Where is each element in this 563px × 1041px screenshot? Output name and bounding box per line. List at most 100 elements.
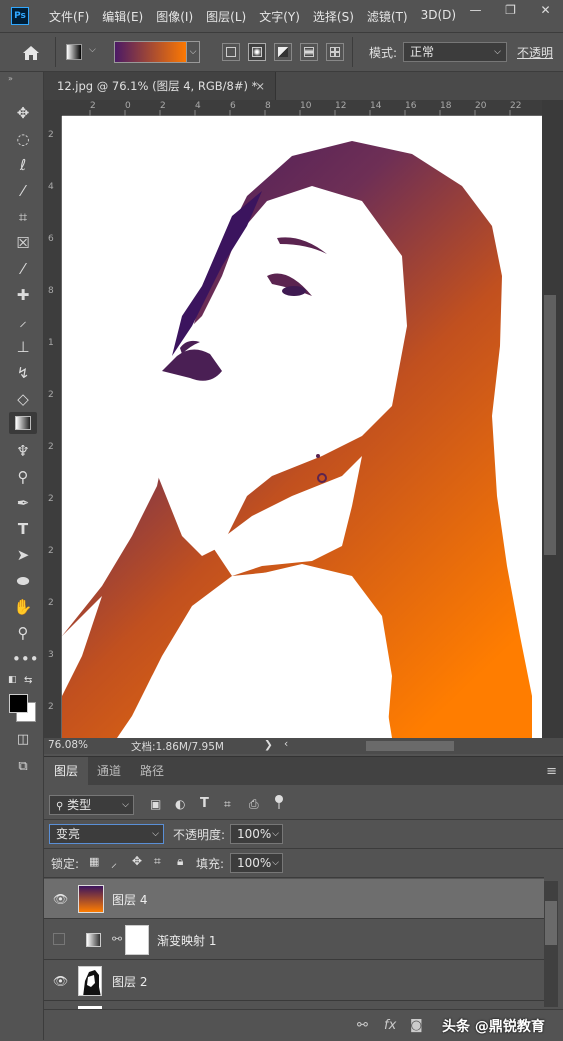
home-icon[interactable] bbox=[20, 42, 42, 64]
document-tab-title: 12.jpg @ 76.1% (图层 4, RGB/8#) * bbox=[57, 79, 258, 93]
tab-paths[interactable]: 路径 bbox=[130, 757, 174, 785]
gradient-editor-swatch[interactable] bbox=[114, 41, 188, 63]
lock-position-icon[interactable]: ✥ bbox=[132, 854, 142, 868]
restore-button[interactable]: ❐ bbox=[493, 0, 528, 20]
marquee-tool-icon[interactable]: ◌ bbox=[12, 128, 34, 150]
eyedropper-tool-icon[interactable]: ⁄ bbox=[12, 258, 34, 280]
layers-scrollbar-thumb[interactable] bbox=[545, 901, 557, 945]
close-button[interactable]: ✕ bbox=[528, 0, 563, 20]
watermark: 头条 @鼎锐教育 bbox=[442, 1019, 545, 1035]
tab-channels[interactable]: 通道 bbox=[87, 757, 131, 785]
chain-link-icon[interactable]: ⚯ bbox=[112, 932, 122, 946]
ruler-tick-label: 16 bbox=[405, 101, 417, 111]
more-tools-icon[interactable]: ••• bbox=[12, 648, 39, 670]
lock-image-pixels-icon[interactable]: ⸝ bbox=[111, 854, 117, 871]
window-controls: — ❐ ✕ bbox=[458, 0, 563, 20]
gradient-preset-icon[interactable] bbox=[66, 44, 82, 60]
crop-tool-icon[interactable]: ⌗ bbox=[12, 206, 34, 228]
menu-select[interactable]: 选择(S) bbox=[313, 8, 354, 25]
layer-filter-select[interactable]: ⚲ 类型 ⌵ bbox=[49, 795, 134, 815]
frame-tool-icon[interactable]: ☒ bbox=[12, 232, 34, 254]
pixel-filter-icon[interactable]: ▣ bbox=[150, 797, 161, 811]
layer-mask-thumbnail[interactable] bbox=[125, 925, 149, 955]
blend-mode-select[interactable]: 变亮 ⌵ bbox=[49, 824, 164, 844]
adjustment-filter-icon[interactable]: ◐ bbox=[175, 797, 185, 811]
pen-tool-icon[interactable]: ✒ bbox=[12, 492, 34, 514]
history-brush-tool-icon[interactable]: ↯ bbox=[12, 362, 34, 384]
layer-row[interactable]: ⚯ 渐变映射 1 bbox=[44, 920, 544, 960]
eraser-tool-icon[interactable]: ◇ bbox=[12, 388, 34, 410]
hand-tool-icon[interactable]: ✋ bbox=[12, 596, 34, 618]
default-colors-icon[interactable]: ◧ bbox=[8, 675, 17, 685]
path-selection-tool-icon[interactable]: ➤ bbox=[12, 544, 34, 566]
zoom-level[interactable]: 76.08% bbox=[48, 739, 88, 751]
link-layers-icon[interactable]: ⚯ bbox=[357, 1018, 368, 1033]
minimize-button[interactable]: — bbox=[458, 0, 493, 20]
vertical-scrollbar-thumb[interactable] bbox=[544, 295, 556, 555]
quick-mask-icon[interactable]: ◫ bbox=[12, 729, 34, 751]
mode-select[interactable]: 正常 ⌵ bbox=[403, 42, 507, 62]
scroll-left-arrow[interactable]: ‹ bbox=[284, 738, 288, 750]
menu-edit[interactable]: 编辑(E) bbox=[102, 8, 143, 25]
lasso-tool-icon[interactable]: ℓ bbox=[12, 154, 34, 176]
ellipse-tool-icon[interactable]: ⬬ bbox=[12, 570, 34, 592]
panel-menu-icon[interactable]: ≡ bbox=[546, 764, 557, 779]
menu-file[interactable]: 文件(F) bbox=[49, 8, 89, 25]
clone-stamp-tool-icon[interactable]: ⊥ bbox=[12, 336, 34, 358]
layer-row[interactable]: 👁︎ 图层 2 bbox=[44, 961, 544, 1001]
fill-label: 填充: bbox=[196, 857, 225, 871]
blur-tool-icon[interactable]: ♆ bbox=[12, 440, 34, 462]
collapse-icon[interactable]: » bbox=[8, 74, 13, 83]
gradient-tool-icon[interactable] bbox=[9, 412, 37, 434]
ruler-tick-label: 10 bbox=[300, 101, 312, 111]
eye-icon[interactable]: 👁︎ bbox=[53, 892, 68, 906]
type-tool-icon[interactable]: T bbox=[12, 518, 34, 540]
layers-scrollbar[interactable] bbox=[544, 881, 558, 1007]
divider bbox=[352, 37, 353, 67]
add-mask-icon[interactable]: ◙ bbox=[410, 1018, 423, 1033]
swap-colors-icon[interactable]: ⇆ bbox=[24, 675, 32, 686]
linear-gradient-button[interactable] bbox=[222, 43, 240, 61]
brush-tool-icon[interactable]: ⸝ bbox=[12, 310, 34, 332]
zoom-tool-icon[interactable]: ⚲ bbox=[12, 622, 34, 644]
lock-artboard-icon[interactable]: ⌗ bbox=[154, 854, 161, 869]
menu-3d[interactable]: 3D(D) bbox=[421, 8, 456, 25]
status-menu-arrow[interactable]: ❯ bbox=[264, 739, 273, 751]
lock-all-icon[interactable]: 🔒︎ bbox=[177, 854, 183, 869]
visibility-toggle-empty[interactable] bbox=[53, 933, 65, 945]
horizontal-scrollbar-thumb[interactable] bbox=[366, 741, 454, 751]
layer-row[interactable]: 👁︎ 图层 4 bbox=[44, 879, 544, 919]
menu-filter[interactable]: 滤镜(T) bbox=[367, 8, 408, 25]
menu-layer[interactable]: 图层(L) bbox=[206, 8, 246, 25]
document-canvas[interactable] bbox=[62, 116, 542, 738]
smart-object-filter-icon[interactable]: ⎙ bbox=[249, 797, 259, 812]
fx-icon[interactable]: fx bbox=[384, 1018, 396, 1033]
lock-transparent-pixels-icon[interactable]: ▦ bbox=[89, 855, 99, 868]
reflected-gradient-button[interactable] bbox=[300, 43, 318, 61]
tab-layers[interactable]: 图层 bbox=[44, 757, 89, 785]
fill-input[interactable]: 100% ⌵ bbox=[230, 853, 283, 873]
screen-mode-icon[interactable]: ⧉ bbox=[12, 756, 34, 778]
menu-image[interactable]: 图像(I) bbox=[156, 8, 193, 25]
healing-brush-tool-icon[interactable]: ✚ bbox=[12, 284, 34, 306]
diamond-gradient-button[interactable] bbox=[326, 43, 344, 61]
ruler-tick-label: 6 bbox=[48, 234, 54, 244]
type-filter-icon[interactable]: T bbox=[200, 796, 209, 811]
magic-wand-tool-icon[interactable]: ⁄ bbox=[12, 180, 34, 202]
dodge-tool-icon[interactable]: ⚲ bbox=[12, 466, 34, 488]
chevron-down-icon[interactable]: ⌵ bbox=[89, 45, 96, 55]
opacity-input[interactable]: 100% ⌵ bbox=[230, 824, 283, 844]
shape-filter-icon[interactable]: ⌗ bbox=[224, 797, 231, 812]
document-tab[interactable]: 12.jpg @ 76.1% (图层 4, RGB/8#) * × bbox=[44, 72, 276, 100]
menu-type[interactable]: 文字(Y) bbox=[259, 8, 300, 25]
angle-gradient-button[interactable] bbox=[274, 43, 292, 61]
filter-toggle-icon[interactable] bbox=[275, 795, 283, 809]
radial-gradient-button[interactable] bbox=[248, 43, 266, 61]
foreground-color-swatch[interactable] bbox=[9, 694, 28, 713]
gradient-dropdown-icon[interactable]: ⌵ bbox=[186, 41, 200, 63]
search-icon: ⚲ bbox=[56, 801, 64, 812]
opacity-label: 不透明度: bbox=[173, 828, 226, 842]
eye-icon[interactable]: 👁︎ bbox=[53, 974, 68, 988]
move-tool-icon[interactable]: ✥ bbox=[12, 102, 34, 124]
close-tab-icon[interactable]: × bbox=[255, 72, 265, 100]
